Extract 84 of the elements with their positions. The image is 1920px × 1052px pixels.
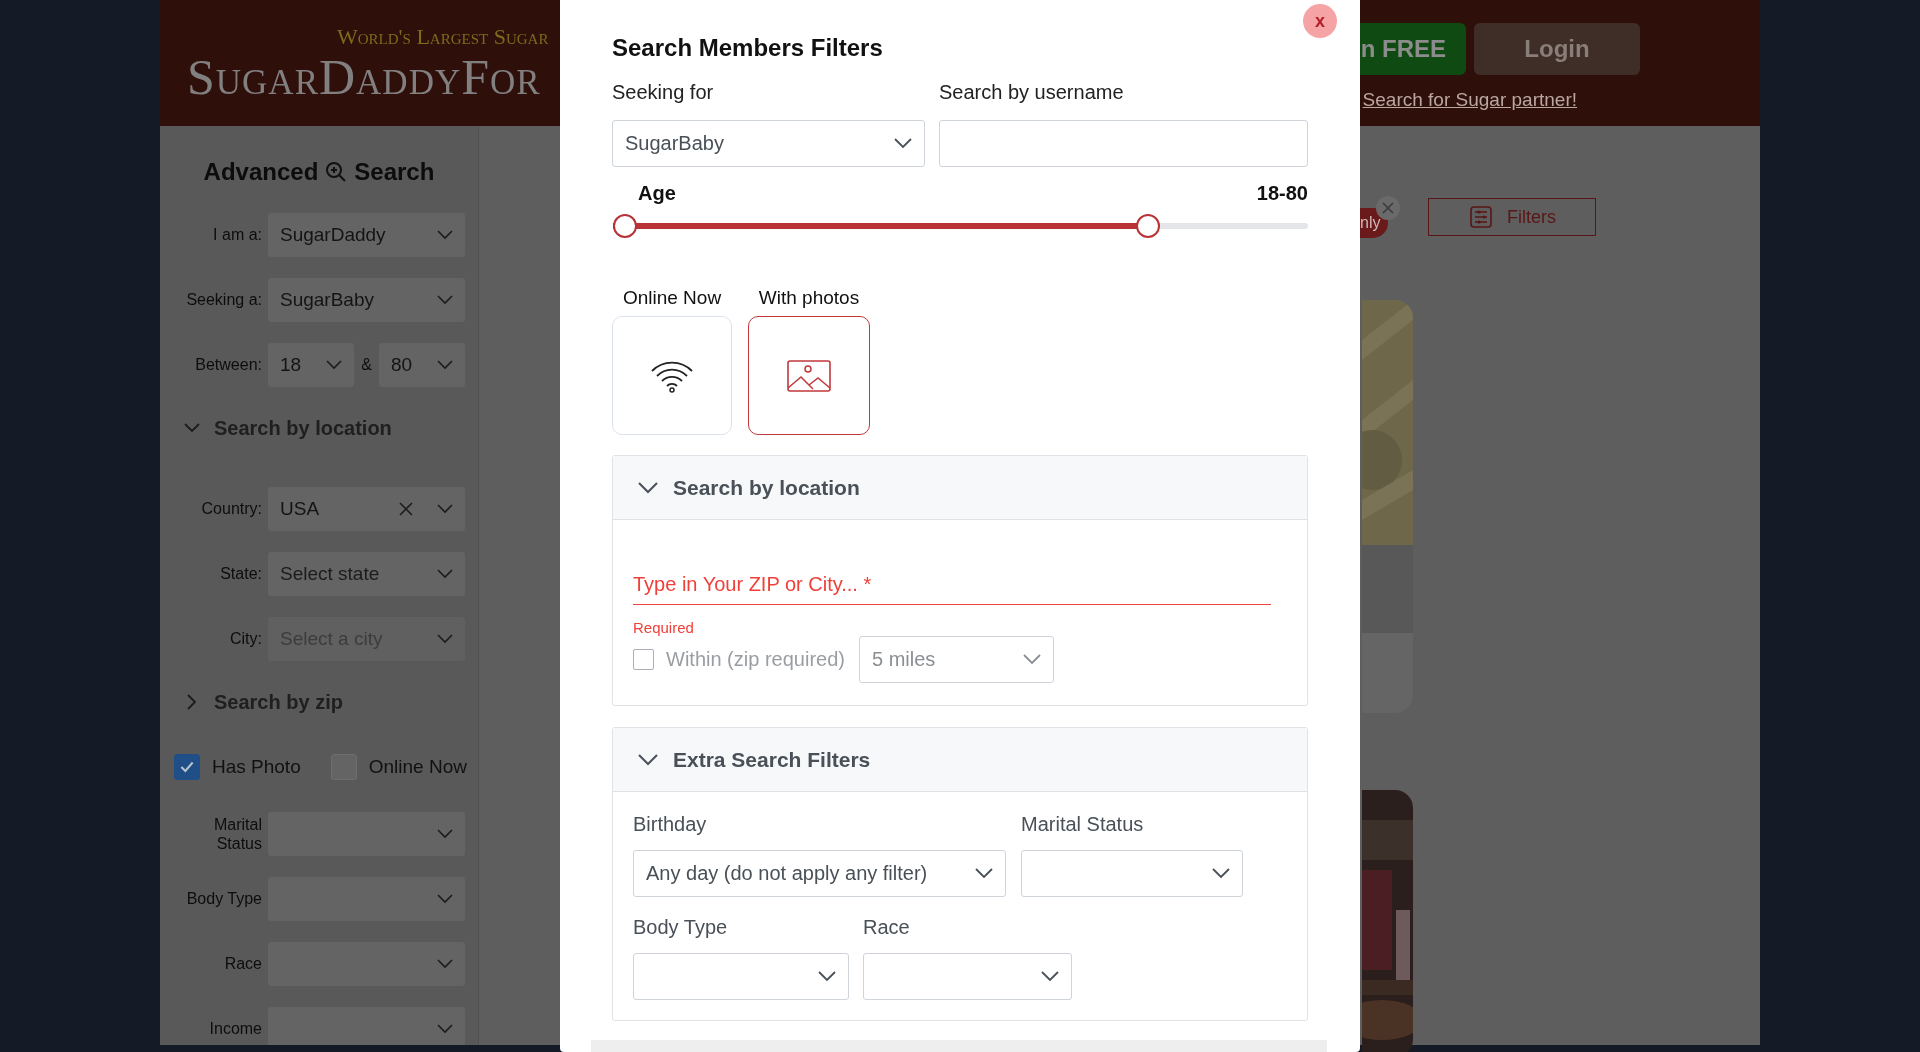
field-label: Search by username [939, 80, 1125, 104]
dropdown-select[interactable]: SugarBaby [268, 277, 465, 322]
join-button[interactable]: n FREE [1359, 23, 1466, 75]
field-label: Marital Status [1021, 812, 1145, 836]
field-label: Seeking for [612, 80, 715, 104]
chevron-down-icon [818, 971, 836, 982]
field-label: Body Type [185, 889, 262, 908]
dropdown-select[interactable]: 80 [379, 342, 465, 387]
chevron-down-icon [1212, 868, 1230, 879]
field-label: Race [863, 915, 911, 939]
accordion-title: Extra Search Filters [673, 747, 871, 772]
field-label: Between: [194, 355, 262, 374]
chevron-down-icon [1041, 971, 1059, 982]
field-label: Marital Status [213, 814, 262, 853]
login-button[interactable]: Login [1474, 23, 1640, 75]
dropdown-select[interactable]: Select state [268, 551, 465, 596]
dropdown-select[interactable]: 18 [268, 342, 354, 387]
close-button[interactable]: x [1303, 4, 1337, 38]
accordion-title: Search by location [673, 475, 860, 500]
checkbox[interactable] [174, 754, 200, 780]
chevron-down-icon [437, 229, 453, 240]
checkbox-label: Online Now [368, 756, 467, 778]
chevron-down-icon [1022, 654, 1041, 665]
dropdown-select[interactable] [633, 953, 849, 1000]
image-icon [787, 359, 831, 392]
chevron-down-icon [437, 893, 453, 904]
dropdown-select[interactable]: USA [268, 486, 465, 531]
error-message: Required [633, 619, 695, 636]
chevron-down-icon [326, 359, 342, 370]
age-reading: 18-80 [1256, 181, 1308, 206]
dropdown-select[interactable] [268, 811, 465, 856]
dropdown-select[interactable]: SugarDaddy [268, 212, 465, 257]
field-label: City: [229, 629, 262, 648]
slider-thumb[interactable] [1136, 214, 1161, 238]
dropdown-select[interactable] [268, 1006, 465, 1045]
dropdown-select[interactable] [1021, 850, 1243, 897]
filters-button[interactable]: Filters [1428, 198, 1597, 236]
chevron-down-icon [437, 568, 453, 579]
seeking-select[interactable]: SugarBaby [612, 120, 925, 167]
field-label: Income [208, 1019, 262, 1038]
toggle-card[interactable] [748, 316, 870, 435]
chevron-down-icon [437, 633, 453, 644]
age-label: Age [638, 181, 676, 206]
dropdown-select[interactable] [268, 876, 465, 921]
field-label: State: [219, 564, 262, 583]
chevron-down-icon [437, 828, 453, 839]
section-title[interactable]: Search by zip [214, 690, 343, 714]
field-label: Race [223, 954, 262, 973]
chevron-down-icon [894, 138, 912, 149]
chevron-down-icon [437, 1023, 453, 1034]
chevron-down-icon [437, 294, 453, 305]
checkbox[interactable] [633, 649, 654, 670]
section-title[interactable]: Search by location [214, 416, 392, 440]
field-label: Seeking a: [185, 290, 262, 309]
site-tagline: World's Largest Sugar [337, 23, 549, 51]
field-label: Country: [200, 499, 262, 518]
site-logo[interactable]: SugarDaddyFor [187, 52, 549, 102]
chevron-down-icon [437, 958, 453, 969]
accordion-header[interactable]: Extra Search Filters [613, 728, 1307, 792]
chevron-down-icon [437, 503, 453, 514]
dropdown-select[interactable] [268, 941, 465, 986]
sidebar-title: Search [354, 158, 435, 186]
age-slider[interactable] [613, 214, 1308, 238]
toggle-label: Online Now [622, 286, 722, 309]
slider-thumb[interactable] [613, 214, 637, 238]
distance-select[interactable]: 5 miles [858, 636, 1054, 683]
sidebar-title: Advanced [203, 158, 319, 186]
dropdown-select[interactable] [863, 953, 1072, 1000]
dropdown-select[interactable]: Any day (do not apply any filter) [633, 850, 1006, 897]
field-label: I am a: [212, 225, 262, 244]
range-separator: & [360, 355, 373, 374]
field-label: Body Type [633, 915, 729, 939]
toggle-label: With photos [758, 286, 860, 309]
chevron-down-icon [437, 359, 453, 370]
search-partner-link[interactable]: Search for Sugar partner! [1362, 89, 1577, 111]
checkbox-label: Within (zip required) [666, 648, 845, 671]
field-label: Birthday [633, 812, 708, 836]
clear-icon[interactable] [399, 501, 413, 516]
chevron-down-icon [975, 868, 993, 879]
sliders-icon [1468, 205, 1493, 229]
accordion-header[interactable]: Search by location [613, 456, 1307, 520]
modal-title: Search Members Filters [612, 33, 884, 63]
username-field[interactable] [939, 120, 1308, 167]
checkbox-label: Has Photo [212, 756, 301, 778]
